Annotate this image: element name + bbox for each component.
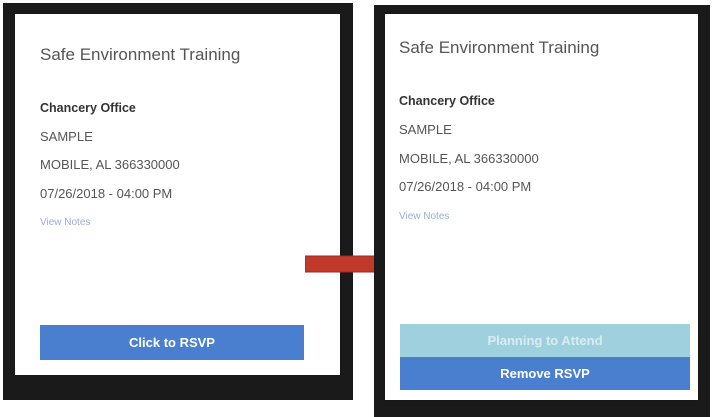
address-line-2: MOBILE, AL 366330000 (40, 157, 180, 172)
location-name: Chancery Office (40, 101, 136, 115)
after-screenshot: Safe Environment Training Chancery Offic… (374, 5, 710, 417)
remove-rsvp-button[interactable]: Remove RSVP (400, 357, 690, 390)
event-datetime: 07/26/2018 - 04:00 PM (399, 179, 532, 194)
event-datetime: 07/26/2018 - 04:00 PM (40, 186, 173, 201)
location-name: Chancery Office (399, 94, 495, 108)
before-screenshot: Safe Environment Training Chancery Offic… (3, 3, 353, 400)
view-notes-link[interactable]: View Notes (40, 217, 90, 228)
planning-to-attend-button[interactable]: Planning to Attend (400, 324, 690, 357)
address-line-1: SAMPLE (40, 129, 93, 144)
view-notes-link[interactable]: View Notes (399, 211, 449, 222)
event-title: Safe Environment Training (40, 45, 241, 64)
address-line-2: MOBILE, AL 366330000 (399, 151, 539, 166)
event-card: Safe Environment Training Chancery Offic… (385, 14, 698, 400)
address-line-1: SAMPLE (399, 122, 452, 137)
event-title: Safe Environment Training (399, 38, 600, 57)
event-card: Safe Environment Training Chancery Offic… (15, 14, 340, 375)
rsvp-button[interactable]: Click to RSVP (40, 325, 304, 360)
